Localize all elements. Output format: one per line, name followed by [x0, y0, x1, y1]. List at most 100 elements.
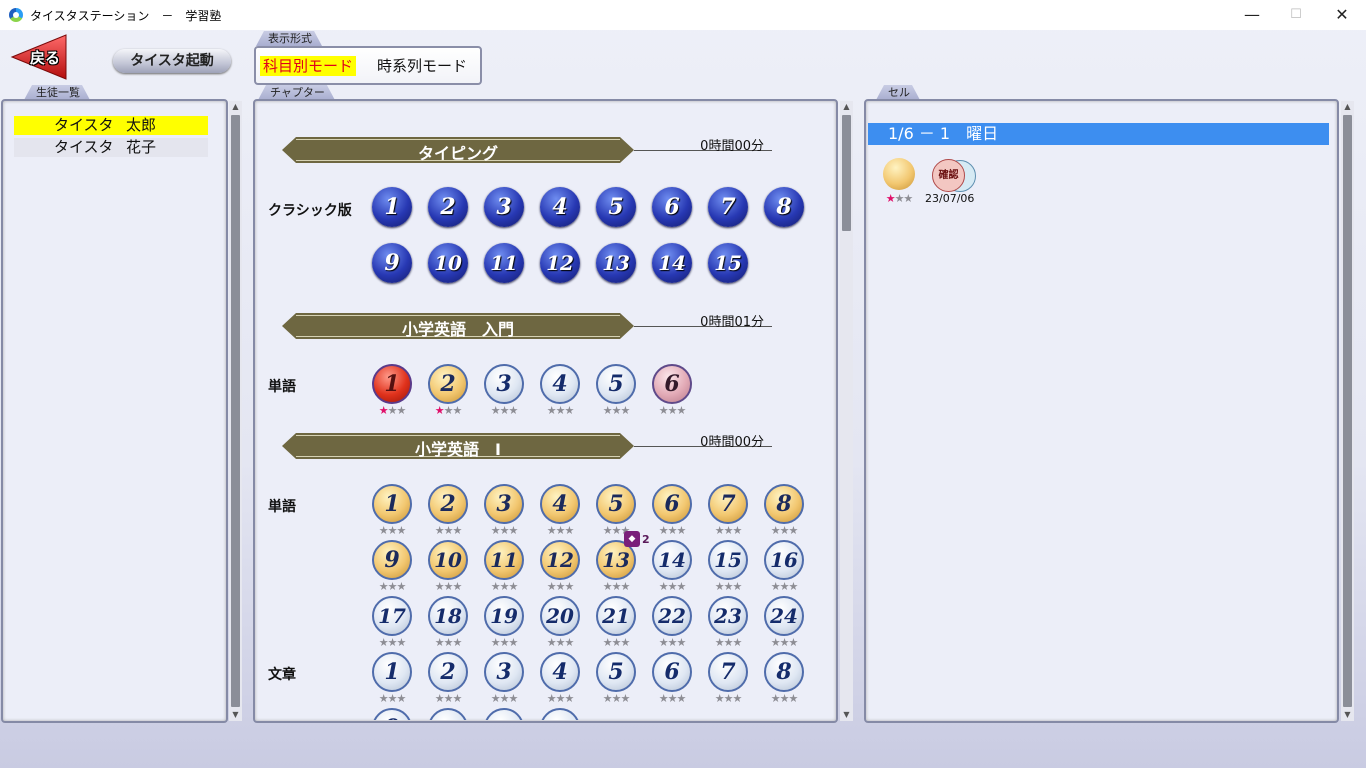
lesson-number: 6	[664, 371, 680, 397]
maximize-button[interactable]: ☐	[1273, 4, 1319, 26]
lesson-ball[interactable]: 9	[372, 243, 412, 283]
lesson-ball[interactable]: 10	[428, 243, 468, 283]
lesson-ball[interactable]: 10	[428, 708, 468, 720]
lesson-ball[interactable]: 2	[428, 484, 468, 524]
scroll-down-icon[interactable]: ▼	[229, 709, 242, 721]
hint-badge-icon[interactable]: ◆	[624, 531, 640, 547]
lesson-ball[interactable]: 15	[708, 540, 748, 580]
lesson-ball[interactable]: 5	[596, 652, 636, 692]
lesson-ball[interactable]: 4	[540, 187, 580, 227]
star-icon: ★	[396, 636, 406, 649]
lesson-ball[interactable]: 18	[428, 596, 468, 636]
lesson-ball[interactable]: 11	[484, 243, 524, 283]
lesson-ball[interactable]: 12	[540, 540, 580, 580]
lesson-number: 2	[440, 659, 456, 685]
scroll-down-icon[interactable]: ▼	[840, 709, 853, 721]
lesson-ball[interactable]: 1	[372, 484, 412, 524]
window-title: タイスタステーション － 学習塾	[30, 9, 222, 23]
lesson-ball[interactable]: 6	[652, 652, 692, 692]
lesson-number: 9	[384, 547, 400, 573]
lesson-ball[interactable]: 11	[484, 708, 524, 720]
lesson-ball[interactable]: 14	[652, 243, 692, 283]
lesson-number: 17	[378, 604, 406, 628]
student-item-hanako[interactable]: タイスタ 花子	[14, 138, 208, 157]
lesson-ball[interactable]: 2	[428, 364, 468, 404]
lesson-ball[interactable]: 10	[428, 540, 468, 580]
lesson-ball[interactable]: 13	[596, 243, 636, 283]
lesson-ball[interactable]: 4	[540, 652, 580, 692]
cell-header-text: 1/6 － 1 曜日	[888, 124, 999, 143]
scroll-thumb[interactable]	[842, 115, 851, 231]
star-icon: ★	[396, 524, 406, 537]
lesson-stars: ★★★	[540, 637, 580, 649]
lesson-ball[interactable]: 4	[540, 484, 580, 524]
star-icon: ★	[396, 404, 406, 417]
star-icon: ★	[732, 692, 742, 705]
lesson-ball[interactable]: 17	[372, 596, 412, 636]
scroll-up-icon[interactable]: ▲	[840, 101, 853, 113]
lesson-number: 10	[430, 713, 466, 720]
star-icon: ★	[378, 636, 389, 649]
mode-by-subject-option[interactable]: 科目別モード	[260, 56, 357, 76]
cell-scrollbar[interactable]: ▲ ▼	[1341, 101, 1354, 721]
lesson-ball[interactable]: 1	[372, 187, 412, 227]
star-icon: ★	[658, 404, 669, 417]
lesson-ball[interactable]: 5	[596, 484, 636, 524]
lesson-ball[interactable]: 8	[764, 652, 804, 692]
lesson-ball[interactable]: 7	[708, 652, 748, 692]
lesson-ball[interactable]: 12	[540, 243, 580, 283]
close-button[interactable]: ✕	[1319, 4, 1365, 26]
lesson-ball[interactable]: 12	[540, 708, 580, 720]
student-item-taro[interactable]: タイスタ 太郎	[14, 116, 208, 135]
lesson-ball[interactable]: 15	[708, 243, 748, 283]
lesson-ball[interactable]: 1	[372, 364, 412, 404]
lesson-ball[interactable]: 8	[764, 187, 804, 227]
lesson-ball[interactable]: 6	[652, 364, 692, 404]
chapter-scrollbar[interactable]: ▲ ▼	[840, 101, 853, 721]
lesson-ball[interactable]: 21	[596, 596, 636, 636]
star-icon: ★	[714, 636, 725, 649]
lesson-ball[interactable]: 16	[764, 540, 804, 580]
lesson-ball[interactable]: 5	[596, 187, 636, 227]
lesson-ball[interactable]: 19	[484, 596, 524, 636]
lesson-ball[interactable]: 7	[708, 484, 748, 524]
lesson-ball[interactable]: 9	[372, 708, 412, 720]
lesson-ball[interactable]: 3	[484, 652, 524, 692]
lesson-ball[interactable]: 22	[652, 596, 692, 636]
student-list-scrollbar[interactable]: ▲ ▼	[229, 101, 242, 721]
mode-by-time-option[interactable]: 時系列モード	[377, 56, 467, 76]
lesson-ball[interactable]: 2	[428, 652, 468, 692]
scroll-thumb[interactable]	[1343, 115, 1352, 707]
lesson-ball[interactable]: 1	[372, 652, 412, 692]
lesson-ball[interactable]: 8	[764, 484, 804, 524]
lesson-ball[interactable]: 3	[484, 187, 524, 227]
lesson-ball[interactable]: 2	[428, 187, 468, 227]
scroll-down-icon[interactable]: ▼	[1341, 709, 1354, 721]
cell-header[interactable]: 1/6 － 1 曜日	[868, 123, 1329, 145]
lesson-ball[interactable]: 3	[484, 364, 524, 404]
lesson-ball[interactable]: 24	[764, 596, 804, 636]
lesson-ball[interactable]: 6	[652, 187, 692, 227]
lesson-ball[interactable]: 9	[372, 540, 412, 580]
lesson-ball[interactable]: 14	[652, 540, 692, 580]
lesson-number: 6	[664, 194, 680, 220]
launch-typista-button[interactable]: タイスタ起動	[113, 49, 231, 73]
cell-confirm-badge[interactable]: 確認	[932, 159, 965, 192]
lesson-ball[interactable]: 6	[652, 484, 692, 524]
lesson-ball[interactable]: 11	[484, 540, 524, 580]
scroll-thumb[interactable]	[231, 115, 240, 707]
lesson-ball[interactable]: 20	[540, 596, 580, 636]
back-button[interactable]: 戻る	[10, 33, 68, 81]
star-icon: ★	[564, 580, 574, 593]
scroll-up-icon[interactable]: ▲	[229, 101, 242, 113]
lesson-ball[interactable]: 7	[708, 187, 748, 227]
lesson-ball[interactable]: 23	[708, 596, 748, 636]
scroll-up-icon[interactable]: ▲	[1341, 101, 1354, 113]
lesson-ball[interactable]: 3	[484, 484, 524, 524]
star-icon: ★	[546, 692, 557, 705]
row-label: 文章	[268, 667, 296, 683]
lesson-ball[interactable]: 4	[540, 364, 580, 404]
minimize-button[interactable]: —	[1229, 4, 1275, 26]
cell-result-medal-icon[interactable]	[883, 158, 915, 190]
lesson-ball[interactable]: 5	[596, 364, 636, 404]
